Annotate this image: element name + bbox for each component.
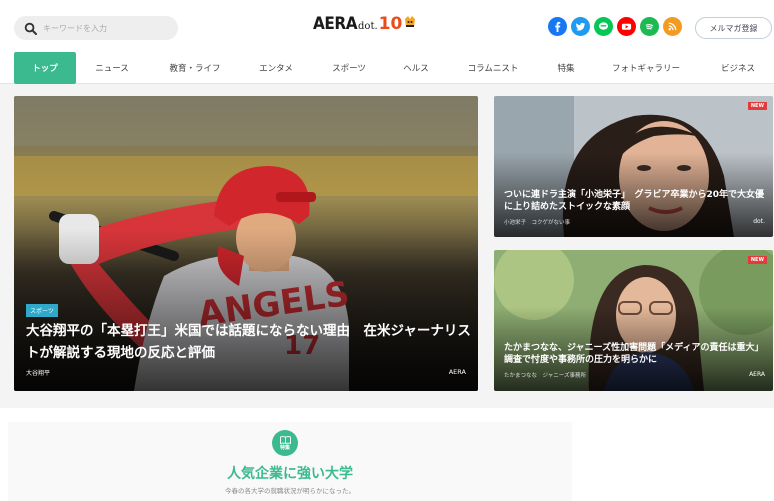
article-photo [494, 96, 773, 237]
feature-badge-label: 特集 [279, 444, 290, 451]
hero-source-label: AERA [448, 368, 466, 376]
hero-keyword[interactable]: 大谷翔平 [26, 368, 50, 377]
tab-photo-gallery[interactable]: フォトギャラリー [602, 52, 690, 84]
feature-title[interactable]: 人気企業に強い大学 [0, 463, 580, 483]
logo-anniversary-text: 10 [378, 14, 403, 34]
article-source-label: AERA [749, 371, 765, 378]
tab-news[interactable]: ニュース [82, 52, 142, 84]
social-links [548, 17, 682, 36]
rss-icon[interactable] [663, 17, 682, 36]
search-icon [24, 22, 37, 35]
hero-headline[interactable]: 大谷翔平の「本塁打王」米国では話題にならない理由 在米ジャーナリストが解説する現… [26, 320, 474, 364]
article-headline[interactable]: たかまつなな、ジャニーズ性加害問題「メディアの責任は重大」 調査で忖度や事務所の… [504, 342, 768, 366]
site-header: AERA dot. 10 メルマガ登録 [0, 0, 774, 52]
logo-aera-text: AERA [313, 14, 358, 34]
article-keywords: たかまつなな ジャニーズ事務所 [504, 373, 586, 379]
search-input[interactable] [43, 23, 163, 33]
new-badge: NEW [747, 256, 767, 264]
side-article[interactable]: NEW たかまつなな、ジャニーズ性加害問題「メディアの責任は重大」 調査で忖度や… [494, 250, 773, 391]
tab-columnist[interactable]: コラムニスト [458, 52, 528, 84]
youtube-icon[interactable] [617, 17, 636, 36]
tab-business[interactable]: ビジネス [708, 52, 768, 84]
site-logo[interactable]: AERA dot. 10 [313, 14, 417, 38]
hero-article[interactable]: ANGELS 17 スポーツ 大谷翔平の「本塁打王」米国では話題にならない理由 … [14, 96, 478, 391]
search-box[interactable] [14, 16, 178, 40]
main-nav: トップ ニュース 教育・ライフ エンタメ スポーツ ヘルス コラムニスト 特集 … [0, 52, 774, 84]
tab-sports[interactable]: スポーツ [320, 52, 378, 84]
line-icon[interactable] [594, 17, 613, 36]
article-keywords: 小池栄子 コクゲがない事 [504, 220, 571, 226]
side-article[interactable]: NEW ついに連ドラ主演「小池栄子」 グラビア卒業から20年で大女優に上り詰めた… [494, 96, 773, 237]
feature-badge: 特集 [272, 430, 298, 456]
article-source-label: dot. [753, 218, 765, 225]
tab-entertainment[interactable]: エンタメ [248, 52, 304, 84]
facebook-icon[interactable] [548, 17, 567, 36]
logo-dot-text: dot. [358, 21, 378, 32]
logo-mascot-icon [405, 16, 416, 27]
article-photo [494, 250, 773, 391]
spotify-icon[interactable] [640, 17, 659, 36]
category-tag[interactable]: スポーツ [26, 304, 58, 317]
book-icon [279, 435, 291, 444]
tab-features[interactable]: 特集 [546, 52, 586, 84]
article-headline[interactable]: ついに連ドラ主演「小池栄子」 グラビア卒業から20年で大女優に上り詰めたストイッ… [504, 189, 766, 213]
twitter-icon[interactable] [571, 17, 590, 36]
tab-education-life[interactable]: 教育・ライフ [158, 52, 232, 84]
feature-subtitle: 今春の各大学の就職状況が明らかになった。 [225, 487, 355, 495]
tab-top[interactable]: トップ [14, 52, 76, 84]
feature-side-panel [572, 422, 752, 501]
tab-health[interactable]: ヘルス [392, 52, 440, 84]
new-badge: NEW [747, 102, 767, 110]
newsletter-button[interactable]: メルマガ登録 [695, 17, 772, 39]
